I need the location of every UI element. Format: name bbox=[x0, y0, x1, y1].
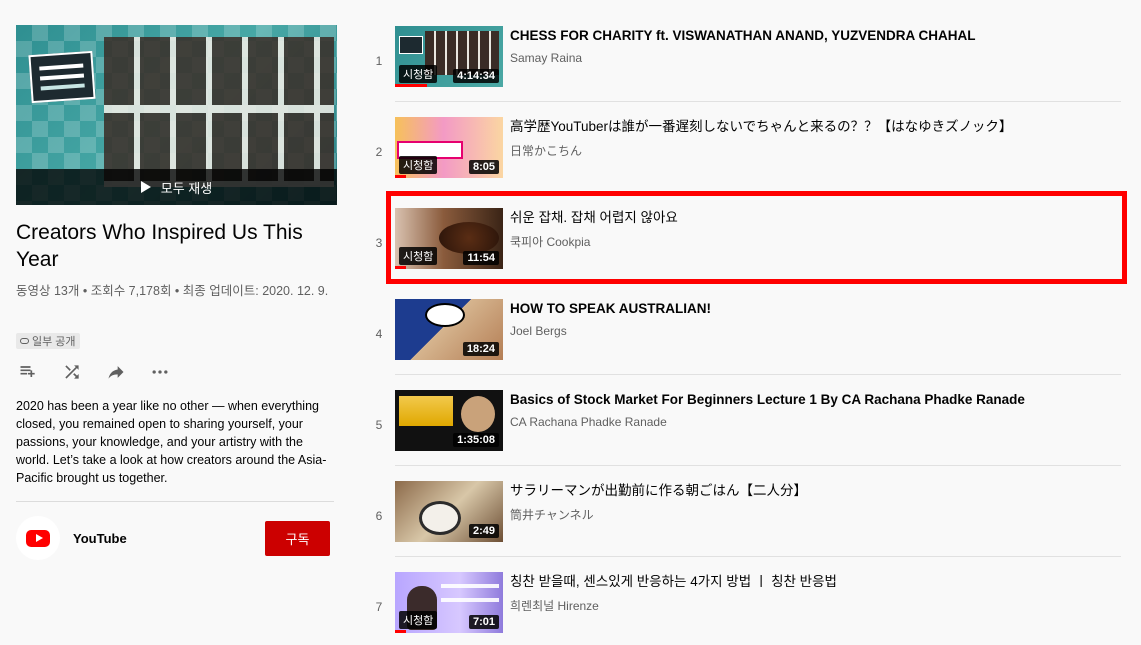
add-to-queue-icon bbox=[20, 366, 35, 377]
list-item[interactable]: 7 시청함 7:01 칭찬 받을때, 센스있게 반응하는 4가지 방법 ㅣ 칭찬… bbox=[362, 572, 1122, 645]
list-item[interactable]: 4 18:24 HOW TO SPEAK AUSTRALIAN! Joel Be… bbox=[362, 299, 1122, 390]
watched-badge: 시청함 bbox=[399, 611, 438, 629]
playlist-stats: 동영상 13개 • 조회수 7,178회 • 최종 업데이트: 2020. 12… bbox=[16, 284, 329, 298]
item-index: 7 bbox=[375, 600, 383, 614]
chess-logo bbox=[28, 50, 96, 104]
owner-name[interactable]: YouTube bbox=[73, 531, 127, 546]
more-button[interactable] bbox=[148, 360, 172, 384]
playlist-description: 2020 has been a year like no other — whe… bbox=[16, 399, 327, 485]
video-title[interactable]: 高学歴YouTuberは誰が一番遅刻しないでちゃんと来るの？？【はなゆきズノック… bbox=[510, 118, 1120, 136]
channel-name[interactable]: Samay Raina bbox=[510, 51, 582, 65]
watch-progress-bar bbox=[395, 630, 406, 633]
divider bbox=[395, 556, 1121, 557]
video-thumbnail[interactable]: 시청함 8:05 bbox=[395, 117, 503, 178]
shuffle-button[interactable] bbox=[60, 360, 84, 384]
divider bbox=[395, 374, 1121, 375]
playlist-actions bbox=[16, 360, 172, 384]
privacy-badge: 일부 공개 bbox=[16, 333, 80, 349]
duration-badge: 8:05 bbox=[468, 160, 499, 174]
duration-badge: 7:01 bbox=[468, 615, 499, 629]
video-thumbnail[interactable]: 1:35:08 bbox=[395, 390, 503, 451]
divider bbox=[395, 101, 1121, 102]
avatar[interactable] bbox=[16, 516, 60, 560]
play-icon bbox=[140, 181, 151, 193]
play-all-label: 모두 재생 bbox=[160, 180, 213, 196]
subscribe-button[interactable]: 구독 bbox=[265, 521, 330, 556]
creators-collage bbox=[104, 37, 334, 187]
channel-name[interactable]: 日常かこちん bbox=[510, 142, 582, 159]
video-title[interactable]: CHESS FOR CHARITY ft. VISWANATHAN ANAND,… bbox=[510, 27, 1120, 45]
item-index: 2 bbox=[375, 145, 383, 159]
list-item[interactable]: 6 2:49 サラリーマンが出勤前に作る朝ごはん【二人分】 筒井チャンネル bbox=[362, 481, 1122, 572]
video-title[interactable]: HOW TO SPEAK AUSTRALIAN! bbox=[510, 300, 1120, 318]
share-icon bbox=[108, 366, 124, 379]
shuffle-icon bbox=[65, 365, 79, 379]
watch-progress-bar bbox=[395, 175, 406, 178]
channel-name[interactable]: 희렌최널 Hirenze bbox=[510, 597, 599, 614]
share-button[interactable] bbox=[104, 360, 128, 384]
video-thumbnail[interactable]: 시청함 4:14:34 bbox=[395, 26, 503, 87]
watched-badge: 시청함 bbox=[399, 65, 438, 83]
add-to-queue-button[interactable] bbox=[16, 360, 40, 384]
channel-name[interactable]: CA Rachana Phadke Ranade bbox=[510, 415, 667, 429]
duration-badge: 2:49 bbox=[468, 524, 499, 538]
youtube-logo-icon bbox=[26, 529, 50, 547]
playlist-title[interactable]: Creators Who Inspired Us This Year bbox=[16, 219, 336, 273]
highlight-box bbox=[386, 191, 1127, 284]
list-item[interactable]: 1 시청함 4:14:34 CHESS FOR CHARITY ft. VISW… bbox=[362, 26, 1122, 117]
item-index: 4 bbox=[375, 327, 383, 341]
playlist-thumbnail[interactable]: 모두 재생 bbox=[16, 25, 337, 205]
item-index: 6 bbox=[375, 509, 383, 523]
video-thumbnail[interactable]: 2:49 bbox=[395, 481, 503, 542]
playlist-sidebar: 모두 재생 Creators Who Inspired Us This Year… bbox=[0, 0, 362, 645]
duration-badge: 4:14:34 bbox=[453, 69, 499, 83]
play-all-button[interactable]: 모두 재생 bbox=[16, 169, 337, 205]
watch-progress-bar bbox=[395, 84, 428, 87]
item-index: 1 bbox=[375, 54, 383, 68]
item-index: 5 bbox=[375, 418, 383, 432]
watched-badge: 시청함 bbox=[399, 156, 438, 174]
list-item[interactable]: 5 1:35:08 Basics of Stock Market For Beg… bbox=[362, 390, 1122, 481]
video-thumbnail[interactable]: 시청함 7:01 bbox=[395, 572, 503, 633]
video-title[interactable]: サラリーマンが出勤前に作る朝ごはん【二人分】 bbox=[510, 482, 1120, 500]
privacy-label: 일부 공개 bbox=[32, 336, 76, 348]
playlist-video-list: 1 시청함 4:14:34 CHESS FOR CHARITY ft. VISW… bbox=[362, 0, 1141, 645]
divider bbox=[16, 501, 334, 502]
link-icon bbox=[20, 338, 29, 344]
channel-name[interactable]: Joel Bergs bbox=[510, 324, 567, 338]
video-thumbnail[interactable]: 18:24 bbox=[395, 299, 503, 360]
duration-badge: 1:35:08 bbox=[453, 433, 499, 447]
divider bbox=[395, 465, 1121, 466]
video-title[interactable]: Basics of Stock Market For Beginners Lec… bbox=[510, 391, 1120, 409]
video-title[interactable]: 칭찬 받을때, 센스있게 반응하는 4가지 방법 ㅣ 칭찬 반응법 bbox=[510, 573, 1120, 591]
more-icon bbox=[152, 370, 168, 374]
duration-badge: 18:24 bbox=[462, 342, 499, 356]
channel-name[interactable]: 筒井チャンネル bbox=[510, 506, 594, 523]
item-index: 3 bbox=[375, 236, 383, 250]
